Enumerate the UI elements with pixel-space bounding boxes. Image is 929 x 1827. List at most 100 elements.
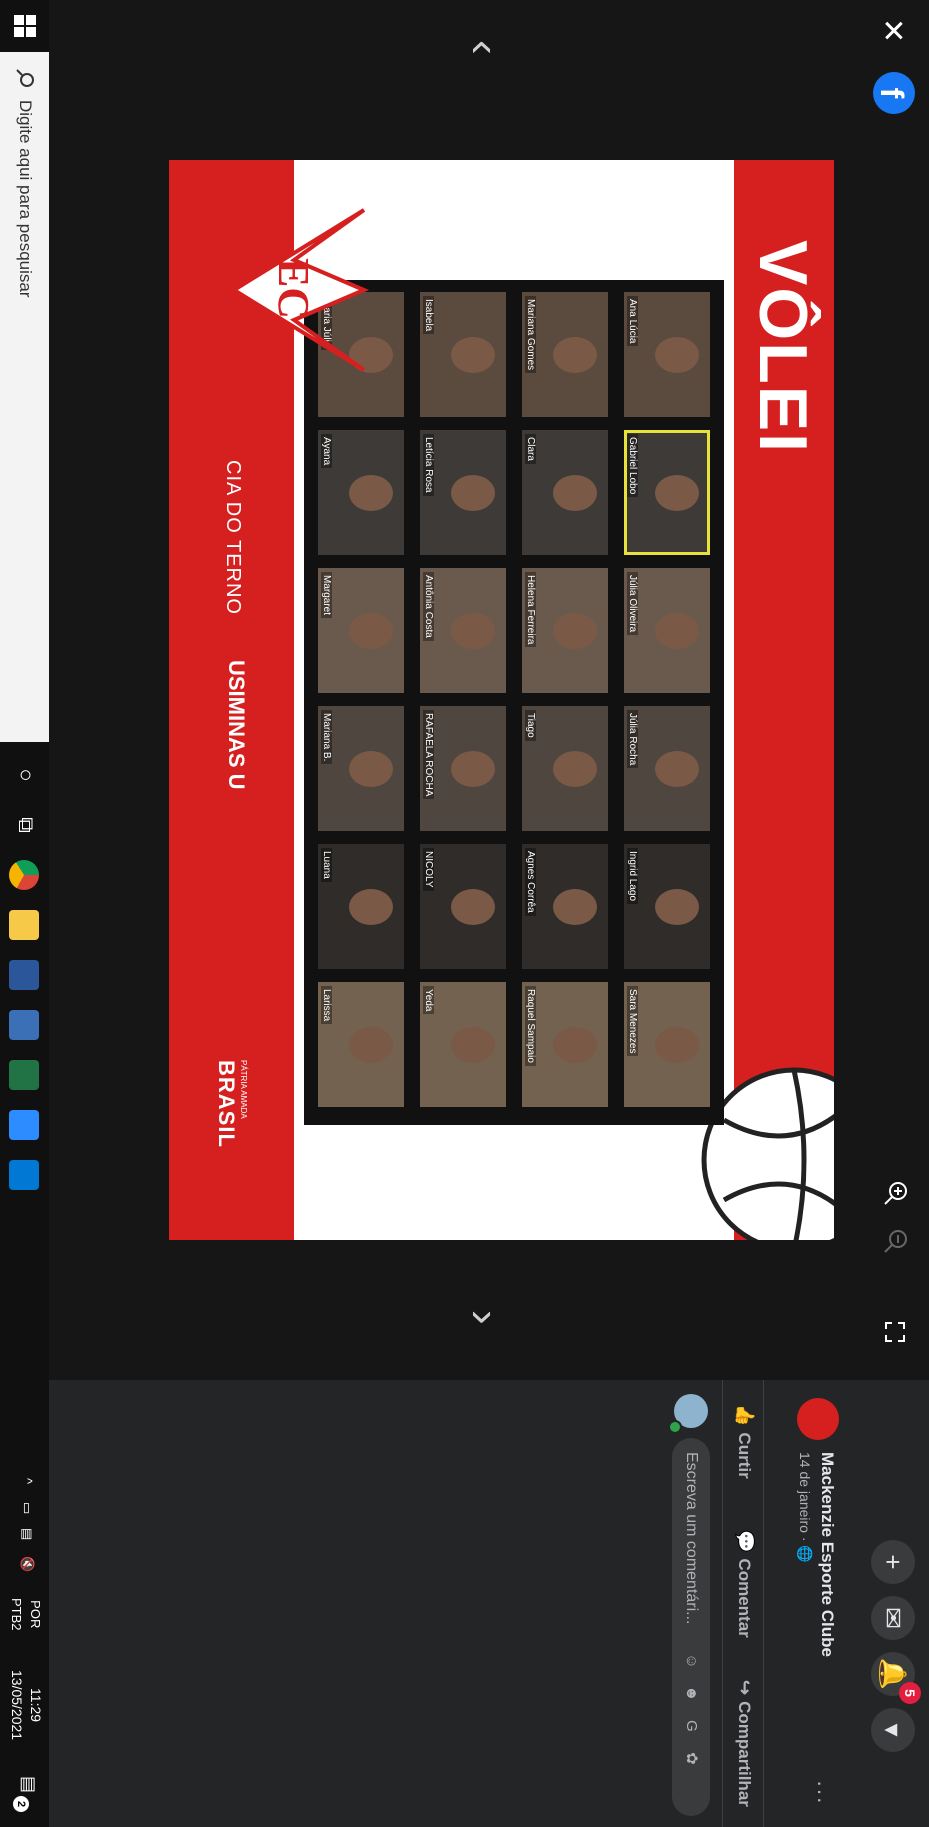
participant-name: Mariana Gomes	[525, 296, 536, 374]
photo-viewer: ✕ f ‹ › VÔLEI Ana Lúcia Gabriel Lobo Júl…	[49, 0, 929, 1380]
participant-video	[451, 750, 496, 787]
participant-tile: Ingrid Lago	[624, 844, 710, 969]
participant-video	[655, 336, 700, 373]
mec-logo-icon: EC	[230, 208, 370, 372]
participant-tile: Margaret	[318, 568, 404, 693]
participant-video	[349, 750, 394, 787]
facebook-logo-icon[interactable]: f	[873, 72, 915, 114]
participant-video	[553, 612, 598, 649]
sponsor-brasil-label: BRASIL	[214, 1060, 239, 1148]
battery-icon[interactable]: ▭	[19, 1502, 35, 1514]
speech-bubble-icon: 💬	[735, 1530, 755, 1553]
participant-name: Ana Lúcia	[627, 296, 638, 347]
clock-time: 11:29	[28, 1688, 44, 1723]
page-avatar[interactable]	[797, 1398, 839, 1440]
post-date[interactable]: 14 de janeiro · 🌐	[796, 1452, 813, 1563]
participant-video	[655, 474, 700, 511]
participant-video	[553, 888, 598, 925]
store-icon[interactable]	[9, 1160, 39, 1190]
messenger-icon[interactable]: ✉	[871, 1596, 915, 1640]
next-photo-icon[interactable]: ›	[459, 1310, 509, 1325]
share-button[interactable]: ↪ Compartilhar	[734, 1680, 755, 1807]
windows-taskbar: Digite aqui para pesquisar ○ ⧉ ^ ▭ ▤ 🔇 P…	[0, 0, 49, 1827]
previous-photo-icon[interactable]: ‹	[459, 40, 509, 55]
participant-name: Helena Ferreira	[525, 572, 536, 648]
comment-button[interactable]: 💬 Comentar	[734, 1530, 755, 1638]
participant-video	[451, 474, 496, 511]
like-button[interactable]: 👍 Curtir	[734, 1404, 755, 1479]
zoom-out-icon[interactable]	[883, 1228, 909, 1254]
participant-video	[553, 474, 598, 511]
more-options-icon[interactable]: ···	[807, 1780, 833, 1805]
thumbs-up-icon: 👍	[735, 1404, 755, 1427]
network-icon[interactable]: ▤	[19, 1528, 35, 1540]
avatar-sticker-icon[interactable]: ☺	[682, 1652, 700, 1670]
participant-video	[553, 750, 598, 787]
excel-icon[interactable]	[9, 1060, 39, 1090]
action-center-badge: 2	[13, 1796, 29, 1812]
file-explorer-icon[interactable]	[9, 910, 39, 940]
participant-video	[451, 888, 496, 925]
participant-video	[451, 1026, 496, 1063]
chevron-down-icon[interactable]: ▾	[871, 1708, 915, 1752]
sponsor-usiminas: USIMINAS U	[224, 660, 249, 790]
poster-image: VÔLEI Ana Lúcia Gabriel Lobo Júlia Oliveir…	[169, 160, 834, 1240]
zoom-in-icon[interactable]	[883, 1180, 909, 1206]
participant-video	[553, 1026, 598, 1063]
language-line2: PTB2	[9, 1598, 24, 1631]
close-icon[interactable]: ✕	[876, 18, 909, 43]
page-name[interactable]: Mackenzie Esporte Clube	[817, 1452, 837, 1657]
word-icon[interactable]	[9, 960, 39, 990]
participant-video	[349, 1026, 394, 1063]
participant-tile: Larissa	[318, 982, 404, 1107]
plus-icon[interactable]: +	[871, 1540, 915, 1584]
participant-name: Mariana B.	[321, 710, 332, 765]
participant-tile: Júlia Rocha	[624, 706, 710, 831]
emoji-icon[interactable]: ☻	[682, 1684, 700, 1702]
participant-name: Ayana	[321, 434, 332, 469]
show-hidden-icons[interactable]: ^	[20, 1478, 35, 1484]
participant-tile: Ayana	[318, 430, 404, 555]
volume-muted-icon[interactable]: 🔇	[19, 1556, 35, 1572]
taskbar-search[interactable]: Digite aqui para pesquisar	[0, 52, 49, 742]
participant-name: Tiago	[525, 710, 536, 741]
participant-name: Júlia Rocha	[627, 710, 638, 769]
participant-tile: Luana	[318, 844, 404, 969]
participant-video	[655, 888, 700, 925]
fullscreen-icon[interactable]	[883, 1320, 907, 1344]
chrome-icon[interactable]	[9, 860, 39, 890]
participant-video	[655, 1026, 700, 1063]
calculator-icon[interactable]	[9, 1010, 39, 1040]
participant-tile: Antônia Costa	[420, 568, 506, 693]
share-label: Compartilhar	[735, 1701, 754, 1807]
language-indicator[interactable]: POR PTB2	[7, 1598, 45, 1631]
participant-tile: Isabela	[420, 292, 506, 417]
participant-tile: Yeda	[420, 982, 506, 1107]
windows-start-icon[interactable]	[13, 14, 37, 38]
participant-tile: Sara Menezes	[624, 982, 710, 1107]
participant-name: Sara Menezes	[627, 986, 638, 1057]
sticker-icon[interactable]: ✿	[682, 1749, 700, 1767]
participant-video	[349, 474, 394, 511]
video-call-grid: Ana Lúcia Gabriel Lobo Júlia Oliveira Júlia…	[304, 280, 724, 1125]
task-view-icon[interactable]: ⧉	[13, 810, 39, 840]
participant-video	[553, 336, 598, 373]
participant-tile: Gabriel Lobo	[624, 430, 710, 555]
participant-tile: RAFAELA ROCHA	[420, 706, 506, 831]
participant-name: Yeda	[423, 986, 434, 1015]
search-placeholder: Digite aqui para pesquisar	[16, 100, 35, 298]
cortana-icon[interactable]: ○	[13, 760, 39, 790]
participant-name: Margaret	[321, 572, 332, 619]
participant-name: Luana	[321, 848, 332, 882]
participant-name: RAFAELA ROCHA	[423, 710, 434, 800]
gif-icon[interactable]: G	[682, 1717, 700, 1735]
sponsor-brasil: PÁTRIA AMADA BRASIL	[213, 1060, 248, 1148]
screen: ✕ f ‹ › VÔLEI Ana Lúcia Gabriel Lobo Júl…	[0, 0, 929, 1827]
viewer-top-bar: ✕ f	[859, 0, 929, 1380]
participant-tile: Letícia Rosa	[420, 430, 506, 555]
participant-name: Letícia Rosa	[423, 434, 434, 496]
zoom-icon[interactable]	[9, 1110, 39, 1140]
participant-video	[655, 750, 700, 787]
sponsor-cia-do-terno: CIA DO TERNO	[222, 460, 244, 615]
clock[interactable]: 11:29 13/05/2021	[7, 1670, 45, 1740]
